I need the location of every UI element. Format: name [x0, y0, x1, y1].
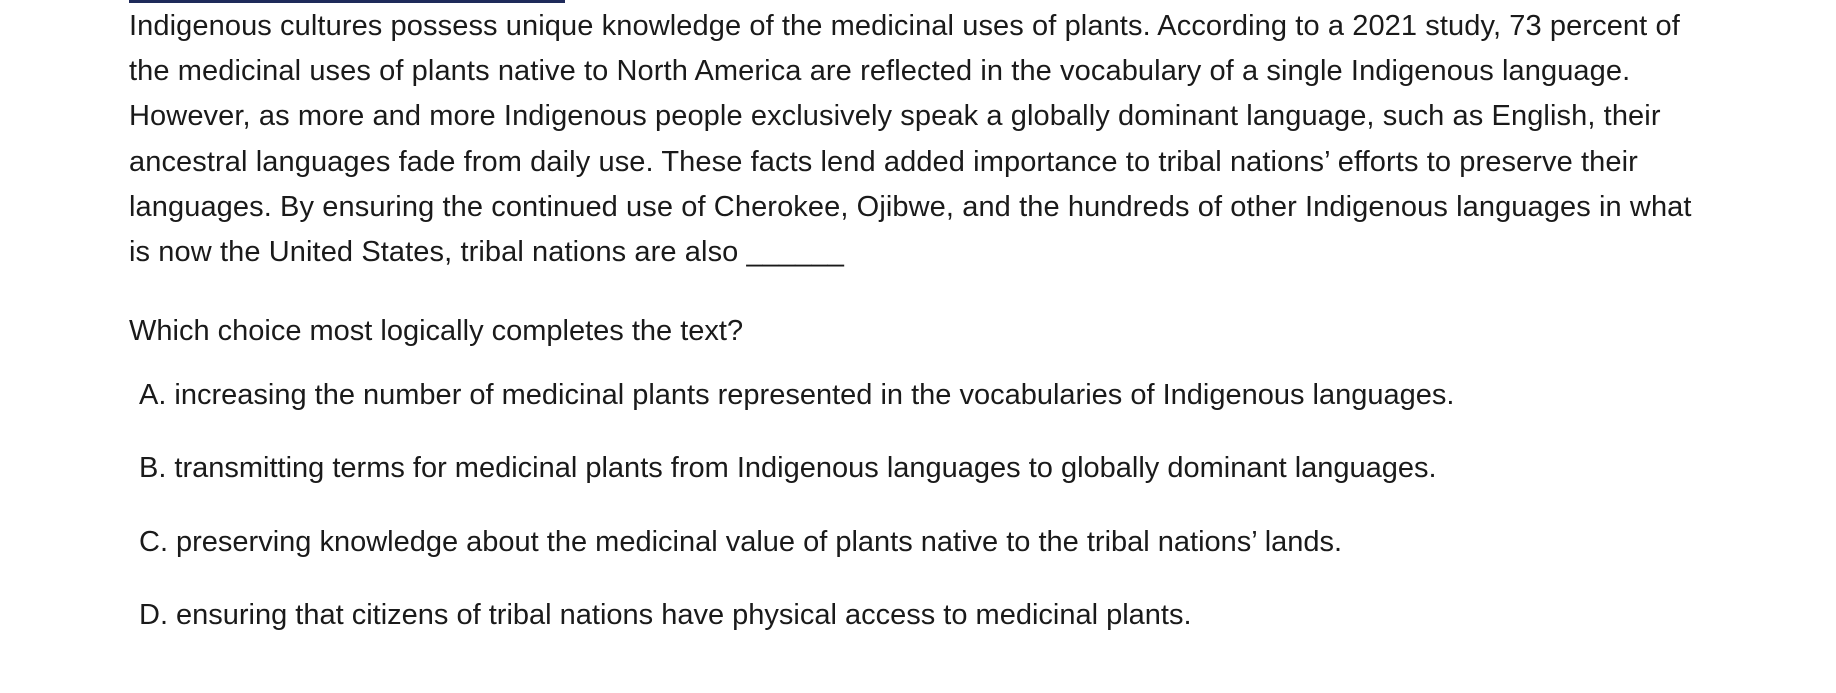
answer-choices: A. increasing the number of medicinal pl… — [139, 373, 1454, 666]
choice-letter: D. — [139, 598, 168, 631]
choice-letter: A. — [139, 379, 167, 411]
top-divider — [129, 0, 565, 3]
choice-d[interactable]: D. ensuring that citizens of tribal nati… — [139, 593, 1454, 666]
choice-c[interactable]: C. preserving knowledge about the medici… — [139, 520, 1454, 593]
choice-letter: C. — [139, 525, 168, 558]
question-prompt: Which choice most logically completes th… — [129, 315, 744, 347]
choice-letter: B. — [139, 452, 167, 485]
passage-text: Indigenous cultures possess unique knowl… — [129, 10, 1692, 269]
choice-text: preserving knowledge about the medicinal… — [176, 525, 1343, 558]
choice-text: increasing the number of medicinal plant… — [174, 379, 1455, 411]
choice-a[interactable]: A. increasing the number of medicinal pl… — [139, 373, 1454, 446]
choice-b[interactable]: B. transmitting terms for medicinal plan… — [139, 446, 1454, 519]
choice-text: ensuring that citizens of tribal nations… — [176, 598, 1192, 631]
choice-text: transmitting terms for medicinal plants … — [174, 452, 1437, 485]
